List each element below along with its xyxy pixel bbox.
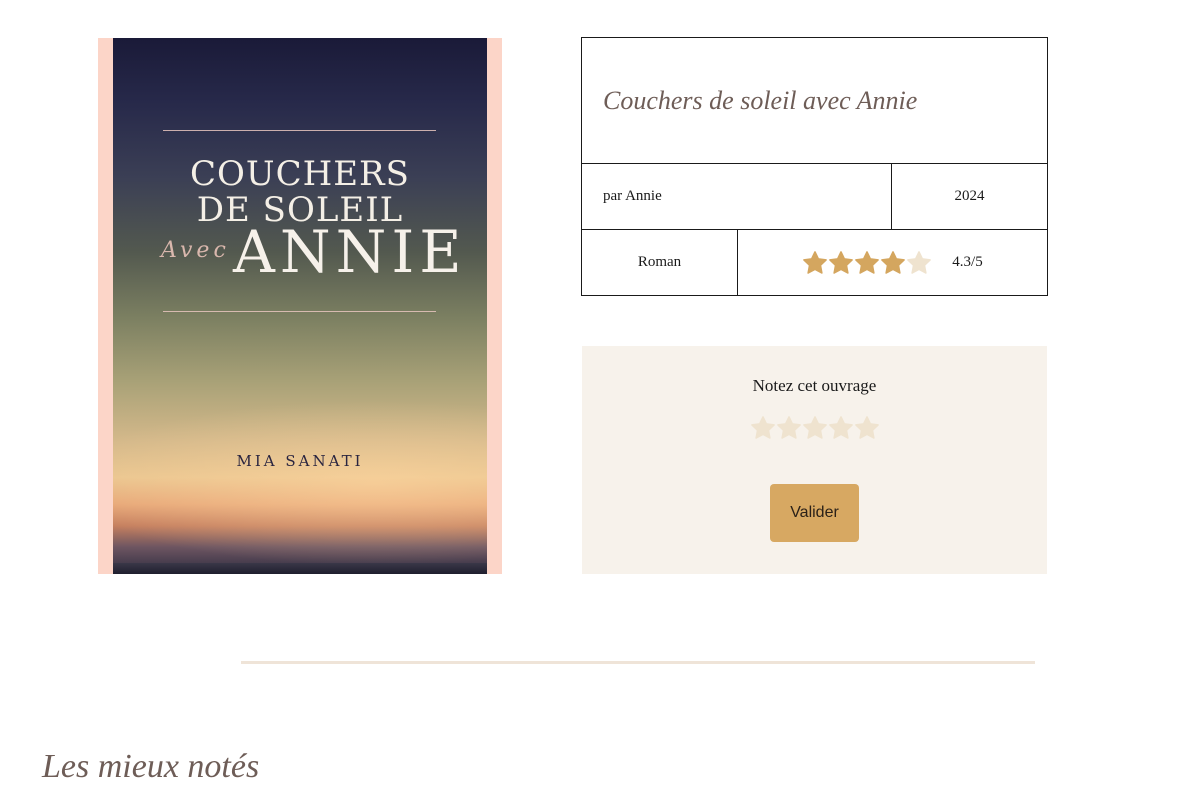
cover-sunset-glow (113, 38, 487, 574)
cover-rule-bottom (163, 311, 436, 312)
cover-title-name: ANNIE (233, 218, 467, 286)
rate-star-icon[interactable] (828, 415, 854, 441)
book-info-table: Couchers de soleil avec Annie par Annie … (581, 37, 1048, 296)
rating-value: 4.3/5 (952, 254, 983, 270)
cover-title-avec: Avec (161, 238, 230, 263)
book-year: 2024 (954, 188, 985, 204)
submit-rating-button[interactable]: Valider (770, 484, 859, 542)
cover-rule-top (163, 130, 436, 131)
book-author: par Annie (582, 164, 892, 229)
rate-book-panel: Notez cet ouvrage Valider (582, 346, 1047, 574)
book-title-row: Couchers de soleil avec Annie (582, 38, 1047, 164)
rate-stars (750, 415, 880, 441)
book-title: Couchers de soleil avec Annie (603, 85, 918, 115)
top-rated-heading: Les mieux notés (42, 748, 260, 785)
book-cover-image: COUCHERS DE SOLEIL Avec ANNIE MIA SANATI (113, 38, 487, 574)
book-genre-rating-row: Roman 4.3/5 (582, 229, 1047, 295)
cover-author: MIA SANATI (236, 452, 364, 470)
cover-sea (113, 563, 487, 574)
book-detail-page: COUCHERS DE SOLEIL Avec ANNIE MIA SANATI… (0, 0, 1200, 800)
rate-star-icon[interactable] (802, 415, 828, 441)
star-icon (829, 250, 854, 274)
rate-star-icon[interactable] (854, 415, 880, 441)
rate-star-icon[interactable] (776, 415, 802, 441)
rate-label: Notez cet ouvrage (752, 376, 877, 395)
star-icon (881, 250, 906, 274)
star-icon (855, 250, 880, 274)
book-rating: 4.3/5 (738, 230, 1047, 295)
book-meta-row: par Annie 2024 (582, 164, 1047, 229)
book-genre: Roman (582, 230, 738, 295)
star-icon (803, 250, 828, 274)
book-cover-frame: COUCHERS DE SOLEIL Avec ANNIE MIA SANATI (98, 38, 502, 574)
average-rating-stars (802, 250, 932, 276)
section-divider (241, 661, 1035, 664)
star-icon (907, 250, 932, 274)
rate-star-icon[interactable] (750, 415, 776, 441)
